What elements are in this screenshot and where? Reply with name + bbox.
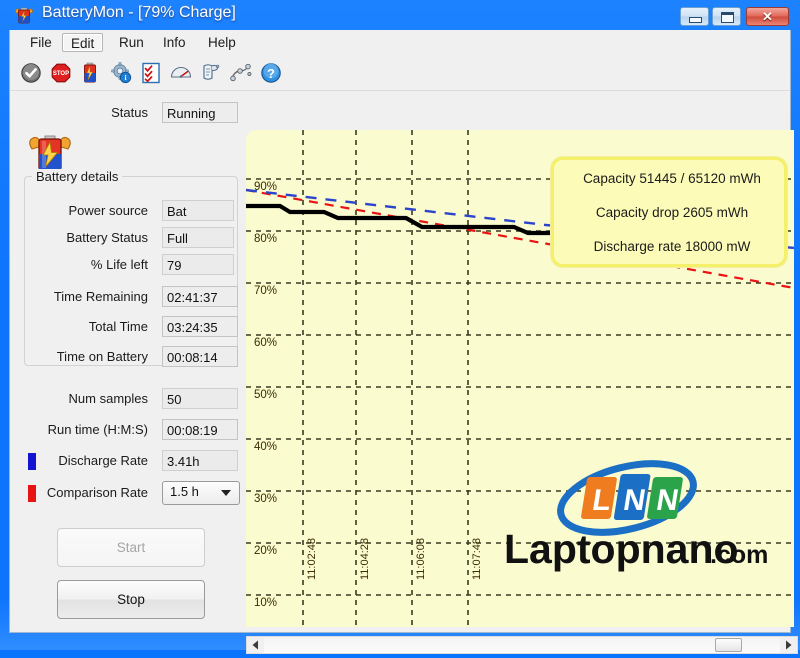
run-time-label: Run time (H:M:S) <box>18 422 148 437</box>
life-left-value: 79 <box>162 254 234 275</box>
battery-details-title: Battery details <box>32 169 122 184</box>
svg-text:STOP: STOP <box>53 71 69 77</box>
menu-file[interactable]: File <box>22 33 60 52</box>
help-icon[interactable]: ? <box>259 61 283 85</box>
comparison-rate-select[interactable]: 1.5 h <box>162 481 240 505</box>
tooltip-discharge-rate: Discharge rate 18000 mW <box>554 239 790 254</box>
battery-info-icon[interactable] <box>79 61 103 85</box>
toolbar: STOP <box>10 55 790 91</box>
time-remaining-value: 02:41:37 <box>162 286 238 307</box>
total-time-value: 03:24:35 <box>162 316 238 337</box>
gauge-icon[interactable] <box>169 61 193 85</box>
xtick-3: 11:06:08 <box>415 538 427 580</box>
application-window: BatteryMon - [79% Charge] ✕ File Edit Ru… <box>0 0 800 650</box>
stop-button-label: Stop <box>58 581 204 618</box>
scroll-right-button[interactable] <box>780 637 797 653</box>
comparison-rate-selected: 1.5 h <box>170 484 199 499</box>
ytick-10: 10% <box>254 597 277 609</box>
close-button[interactable]: ✕ <box>746 7 789 26</box>
discharge-rate-label: Discharge Rate <box>30 453 148 468</box>
start-button-label: Start <box>58 529 204 566</box>
power-source-value: Bat <box>162 200 234 221</box>
log-scroll-icon[interactable] <box>199 61 223 85</box>
svg-text:Laptopnano: Laptopnano <box>504 526 739 572</box>
ytick-70: 70% <box>254 285 277 297</box>
laptopnano-watermark: L N N Laptopnano .com <box>482 460 772 580</box>
battery-flex-icon <box>14 6 34 25</box>
minimize-button[interactable] <box>680 7 709 26</box>
chevron-down-icon <box>221 490 231 496</box>
menu-help[interactable]: Help <box>200 33 244 52</box>
status-value: Running <box>162 102 238 123</box>
discharge-rate-value: 3.41h <box>162 450 238 471</box>
ytick-20: 20% <box>254 545 277 557</box>
client-area: File Edit Run Info Help STOP <box>9 30 791 633</box>
time-on-battery-value: 00:08:14 <box>162 346 238 367</box>
num-samples-value: 50 <box>162 388 238 409</box>
network-icon[interactable] <box>229 61 253 85</box>
time-on-battery-label: Time on Battery <box>16 349 148 364</box>
num-samples-label: Num samples <box>30 391 148 406</box>
status-label: Status <box>68 105 148 120</box>
battery-chart[interactable]: 90% 80% 70% 60% 50% 40% 30% 20% 10% 11:0… <box>246 130 794 627</box>
xtick-1: 11:02:48 <box>306 538 318 580</box>
ytick-90: 90% <box>254 181 277 193</box>
scroll-left-button[interactable] <box>247 637 264 653</box>
title-bar[interactable]: BatteryMon - [79% Charge] ✕ <box>0 0 800 30</box>
svg-text:?: ? <box>267 66 275 81</box>
time-remaining-label: Time Remaining <box>20 289 148 304</box>
scrollbar-track[interactable] <box>264 637 780 653</box>
ytick-30: 30% <box>254 493 277 505</box>
window-title: BatteryMon - [79% Charge] <box>42 4 236 22</box>
settings-gear-icon[interactable]: i <box>109 61 133 85</box>
stop-monitoring-icon[interactable]: STOP <box>49 61 73 85</box>
chart-panel[interactable]: 90% 80% 70% 60% 50% 40% 30% 20% 10% 11:0… <box>246 130 798 630</box>
checklist-icon[interactable] <box>139 61 163 85</box>
svg-text:.com: .com <box>710 541 768 569</box>
chart-horizontal-scrollbar[interactable] <box>246 636 798 654</box>
menu-info[interactable]: Info <box>155 33 194 52</box>
close-icon: ✕ <box>747 8 788 25</box>
menu-bar: File Edit Run Info Help <box>10 30 790 55</box>
battery-status-label: Battery Status <box>30 230 148 245</box>
ytick-50: 50% <box>254 389 277 401</box>
start-monitoring-icon[interactable] <box>19 61 43 85</box>
menu-edit[interactable]: Edit <box>62 33 103 52</box>
battery-status-value: Full <box>162 227 234 248</box>
menu-run[interactable]: Run <box>111 33 152 52</box>
ytick-40: 40% <box>254 441 277 453</box>
svg-text:i: i <box>124 73 126 82</box>
power-source-label: Power source <box>30 203 148 218</box>
start-button[interactable]: Start <box>57 528 205 567</box>
stop-button[interactable]: Stop <box>57 580 205 619</box>
total-time-label: Total Time <box>20 319 148 334</box>
run-time-value: 00:08:19 <box>162 419 238 440</box>
tooltip-capacity: Capacity 51445 / 65120 mWh <box>554 171 790 186</box>
ytick-80: 80% <box>254 233 277 245</box>
maximize-button[interactable] <box>712 7 741 26</box>
left-panel: Status Running Battery details Power sou… <box>10 91 240 632</box>
tooltip-capacity-drop: Capacity drop 2605 mWh <box>554 205 790 220</box>
life-left-label: % Life left <box>30 257 148 272</box>
comparison-rate-label: Comparison Rate <box>30 485 148 500</box>
xtick-2: 11:04:28 <box>359 538 371 580</box>
ytick-60: 60% <box>254 337 277 349</box>
chart-info-tooltip: Capacity 51445 / 65120 mWh Capacity drop… <box>551 157 787 267</box>
